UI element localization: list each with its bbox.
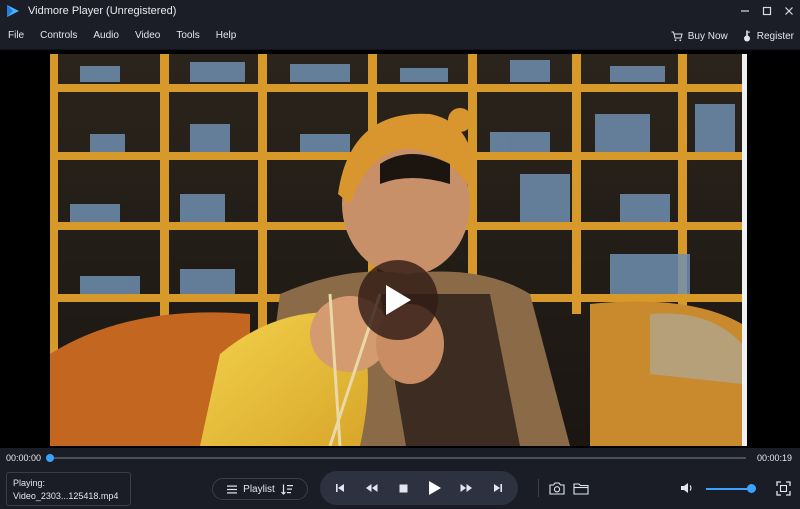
buy-now-button[interactable]: Buy Now [671,31,728,42]
play-icon [428,481,441,495]
divider [538,479,539,497]
video-scrollbar[interactable] [742,54,747,446]
menu-audio[interactable]: Audio [93,30,119,41]
playlist-label: Playlist [243,483,275,495]
play-icon [386,285,411,315]
now-playing-label: Playing: [13,478,46,488]
menu-file[interactable]: File [8,30,24,41]
buy-now-label: Buy Now [687,30,728,42]
window-title: Vidmore Player (Unregistered) [28,5,177,17]
volume-icon [680,483,692,493]
transport-controls [320,471,518,505]
menu-help[interactable]: Help [216,30,237,41]
register-label: Register [756,30,794,42]
title-bar: Vidmore Player (Unregistered) [0,0,800,22]
maximize-button[interactable] [756,0,778,22]
video-frame[interactable] [50,54,742,446]
menu-bar: File Controls Audio Video Tools Help Buy… [0,22,800,50]
next-icon [493,484,502,492]
cart-icon [671,31,683,41]
maximize-icon [762,6,772,16]
menu-controls[interactable]: Controls [40,30,77,41]
progress-bar[interactable] [46,454,746,462]
minimize-icon [741,10,749,12]
menu-video[interactable]: Video [135,30,160,41]
stop-button[interactable] [392,477,414,499]
volume-button[interactable] [678,479,696,497]
app-logo-icon [7,5,19,17]
forward-icon [460,484,472,492]
volume-handle[interactable] [747,484,756,493]
close-button[interactable] [778,0,800,22]
next-button[interactable] [487,477,509,499]
close-icon [785,7,793,15]
camera-icon [549,481,565,495]
menu-actions: Buy Now Register [657,22,794,50]
rewind-icon [366,484,378,492]
snapshot-button[interactable] [548,479,566,497]
progress-handle[interactable] [46,454,54,462]
forward-button[interactable] [455,477,477,499]
play-button[interactable] [424,477,446,499]
minimize-button[interactable] [734,0,756,22]
video-stage[interactable] [0,50,800,448]
center-play-button[interactable] [358,260,438,340]
video-content [50,54,742,446]
open-folder-button[interactable] [572,479,590,497]
register-button[interactable]: Register [742,30,794,42]
fullscreen-icon [775,480,791,496]
folder-icon [573,482,589,495]
previous-icon [336,484,345,492]
current-time: 00:00:00 [6,453,42,463]
playlist-icon [227,485,238,493]
playlist-button[interactable]: Playlist [212,478,308,500]
now-playing-file: Video_2303...125418.mp4 [13,491,119,501]
progress-row: 00:00:00 00:00:19 [0,448,800,468]
previous-button[interactable] [329,477,351,499]
rewind-button[interactable] [361,477,383,499]
total-time: 00:00:19 [756,453,792,463]
key-icon [743,30,750,42]
control-bar: Playing: Video_2303...125418.mp4 Playlis… [0,468,800,509]
window-controls [734,0,800,22]
stop-icon [399,484,408,492]
now-playing-panel: Playing: Video_2303...125418.mp4 [6,472,131,506]
menu-tools[interactable]: Tools [176,30,199,41]
sort-icon [280,484,293,495]
fullscreen-button[interactable] [774,479,792,497]
